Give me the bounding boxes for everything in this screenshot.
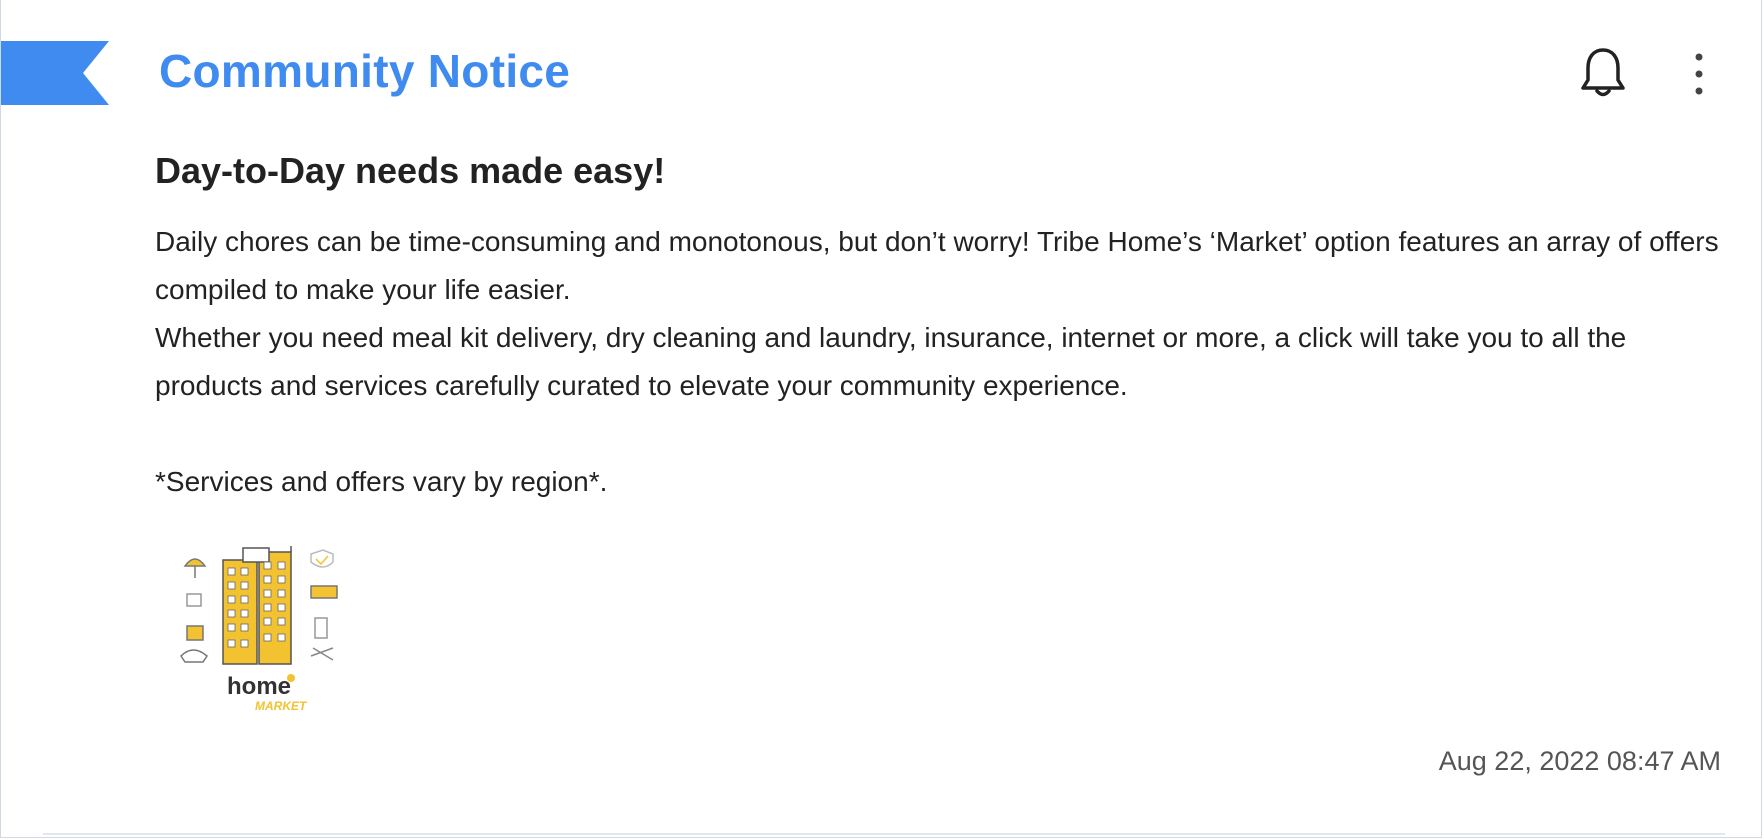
home-market-logo: home MARKET	[180, 546, 338, 713]
community-notice-card: Community Notice Day-to-Day needs made e…	[0, 0, 1762, 838]
bell-icon[interactable]	[1579, 46, 1627, 100]
notice-paragraph: Daily chores can be time-consuming and m…	[155, 226, 1719, 305]
bookmark-ribbon-icon	[1, 41, 109, 105]
notice-paragraph: Whether you need meal kit delivery, dry …	[155, 322, 1627, 401]
logo-subword: MARKET	[255, 699, 308, 713]
notice-disclaimer: *Services and offers vary by region*.	[155, 466, 608, 497]
notice-timestamp: Aug 22, 2022 08:47 AM	[1438, 746, 1721, 776]
logo-wordmark: home	[227, 673, 291, 700]
notice-title: Community Notice	[159, 45, 571, 97]
notice-headline: Day-to-Day needs made easy!	[155, 150, 666, 191]
divider	[43, 833, 1725, 835]
more-options-icon[interactable]	[1683, 50, 1715, 98]
notice-body: Daily chores can be time-consuming and m…	[155, 218, 1735, 506]
